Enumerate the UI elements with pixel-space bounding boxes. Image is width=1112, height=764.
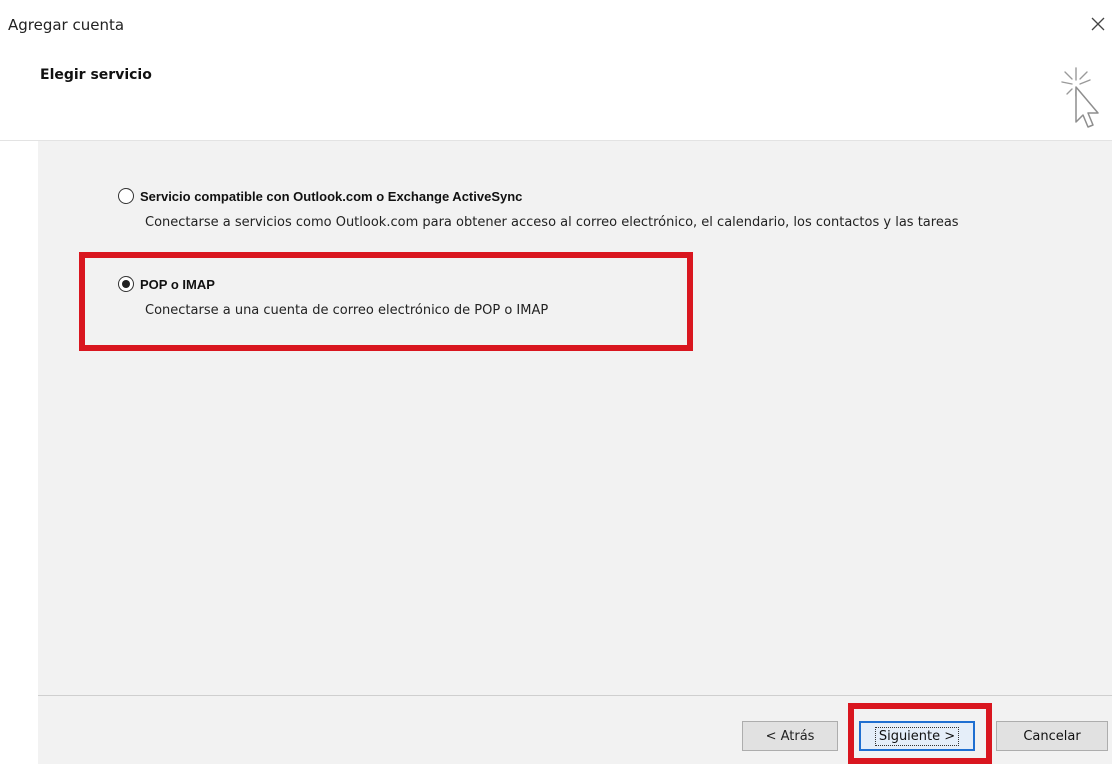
wizard-cursor-icon <box>1061 67 1099 128</box>
option-exchange-description: Conectarse a servicios como Outlook.com … <box>145 215 959 230</box>
dialog-header: Agregar cuenta Elegir servicio <box>0 0 1112 140</box>
option-exchange-row[interactable]: Servicio compatible con Outlook.com o Ex… <box>118 188 1105 204</box>
option-exchange-label: Servicio compatible con Outlook.com o Ex… <box>140 188 523 204</box>
exchange-radio-button[interactable] <box>118 188 134 204</box>
back-button[interactable]: < Atrás <box>742 721 838 751</box>
window-title: Agregar cuenta <box>8 16 125 34</box>
highlight-box-next <box>848 703 992 764</box>
close-button[interactable] <box>1084 10 1112 38</box>
add-account-dialog: Agregar cuenta Elegir servicio Servicio … <box>0 0 1112 764</box>
cancel-button[interactable]: Cancelar <box>996 721 1108 751</box>
section-title: Elegir servicio <box>40 67 152 83</box>
close-icon <box>1091 17 1105 31</box>
highlight-box-pop-imap <box>79 252 693 351</box>
option-exchange-activesync[interactable]: Servicio compatible con Outlook.com o Ex… <box>118 188 1105 239</box>
left-margin <box>0 141 38 764</box>
